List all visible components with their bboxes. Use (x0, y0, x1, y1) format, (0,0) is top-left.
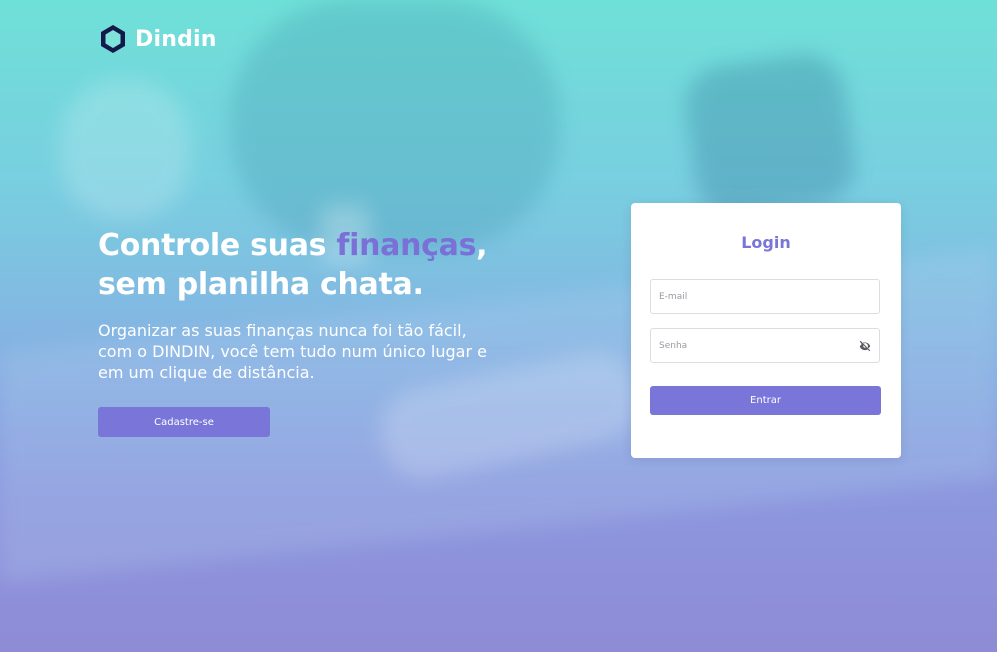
hero-subtitle: Organizar as suas finanças nunca foi tão… (98, 321, 487, 382)
login-card: Login Entrar (631, 203, 901, 458)
hexagon-logo-icon (99, 24, 127, 54)
email-input[interactable] (651, 280, 839, 313)
hero-title-accent: finanças (336, 228, 477, 263)
password-field (650, 328, 880, 363)
brand-logo[interactable]: Dindin (99, 24, 217, 54)
hero-title-start: Controle suas (98, 228, 337, 263)
background-photo-person (230, 0, 560, 250)
brand-name: Dindin (135, 26, 217, 52)
background-photo-laptop (680, 49, 860, 221)
hero-title: Controle suas finanças, sem planilha cha… (98, 226, 518, 304)
password-input[interactable] (651, 329, 839, 362)
background-photo-person-arm (60, 80, 190, 220)
email-field (650, 279, 880, 314)
hero-title-line2: sem planilha chata. (98, 267, 424, 302)
login-title: Login (741, 233, 791, 252)
login-submit-button[interactable]: Entrar (650, 386, 881, 415)
signup-button[interactable]: Cadastre-se (98, 407, 270, 437)
hero-section: Controle suas finanças, sem planilha cha… (98, 226, 518, 383)
hero-title-comma: , (476, 228, 488, 263)
eye-off-icon[interactable] (857, 338, 873, 354)
